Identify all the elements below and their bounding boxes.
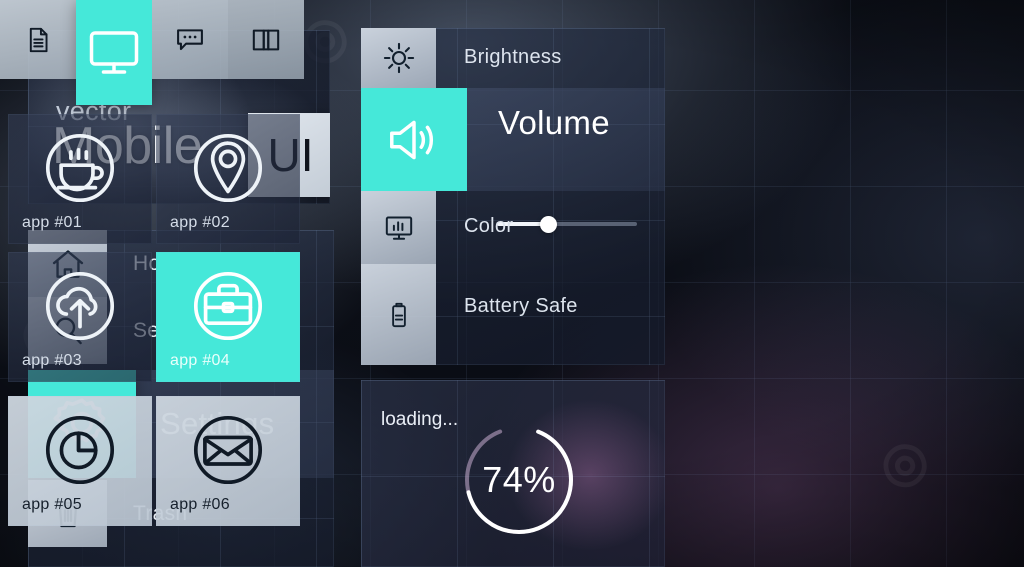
briefcase-icon [156,264,300,348]
tab-display[interactable] [76,0,152,105]
app-tile[interactable]: app #02 [156,114,300,244]
map-pin-icon [156,126,300,210]
tab-chat[interactable] [152,0,228,79]
sun-icon [361,28,436,88]
settings-item-color[interactable]: Color [361,191,665,264]
tab-book[interactable] [228,0,304,79]
app-stage: ◎ ◎ ◎ vector Mobile UI Home [0,0,1024,567]
battery-icon [361,264,436,365]
coffee-cup-icon [8,126,152,210]
settings-item-label: Volume [498,104,610,141]
cloud-upload-icon [8,264,152,348]
app-tile-label: app #06 [170,496,230,513]
app-tile[interactable]: app #03 [8,252,152,382]
settings-panel: Brightness Volume Color Battery Safe [361,28,665,365]
app-tile-label: app #01 [22,214,82,231]
settings-item-brightness[interactable]: Brightness [361,28,665,88]
app-tile[interactable]: app #05 [8,396,152,526]
app-tile[interactable]: app #06 [156,396,300,526]
progress-ring: 74% [461,422,577,538]
monitor-icon [361,191,436,264]
app-tile-label: app #05 [22,496,82,513]
loading-card: loading... 74% [361,380,665,567]
envelope-icon [156,408,300,492]
progress-percent: 74% [482,459,556,500]
app-tile[interactable]: app #04 [156,252,300,382]
tab-documents[interactable] [0,0,76,79]
pie-chart-icon [8,408,152,492]
settings-item-label: Brightness [464,46,562,68]
settings-item-label: Color [464,215,514,237]
speaker-icon [361,88,467,191]
app-tile-label: app #03 [22,352,82,369]
loading-label: loading... [381,409,459,430]
app-tile-label: app #04 [170,352,230,369]
app-tile-label: app #02 [170,214,230,231]
settings-item-battery-safe[interactable]: Battery Safe [361,264,665,365]
apps-tabbar [0,0,304,105]
settings-item-label: Battery Safe [464,295,578,317]
app-tile[interactable]: app #01 [8,114,152,244]
